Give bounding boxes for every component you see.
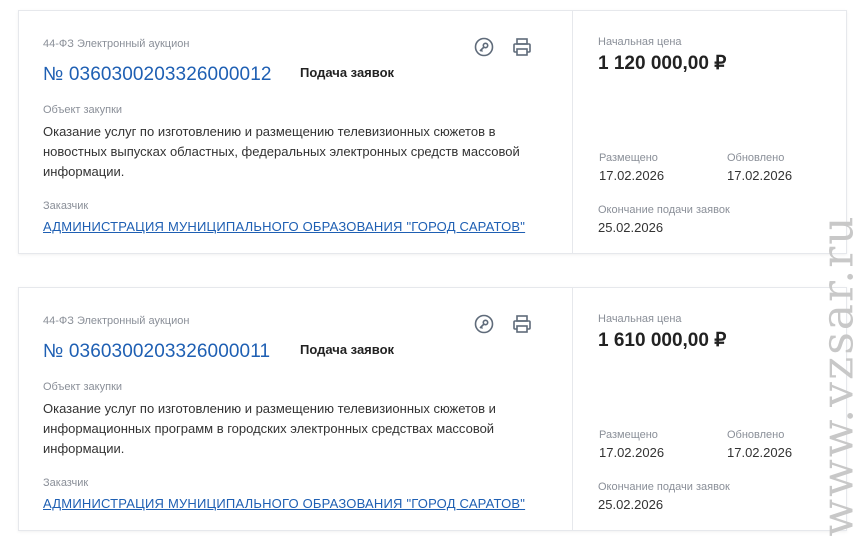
law-type: 44-ФЗ Электронный аукцион (43, 38, 190, 50)
stage-status: Подача заявок (300, 65, 395, 80)
tender-card: 44-ФЗ Электронный аукцион № 036030020332… (18, 287, 847, 531)
updated-date: 17.02.2026 (727, 445, 793, 460)
customer-label: Заказчик (43, 477, 89, 489)
customer-link[interactable]: АДМИНИСТРАЦИЯ МУНИЦИПАЛЬНОГО ОБРАЗОВАНИЯ… (43, 219, 525, 234)
tender-card-side: Начальная цена 1 120 000,00 ₽ Размещено … (572, 11, 846, 253)
tender-card-main: 44-ФЗ Электронный аукцион № 036030020332… (19, 11, 572, 253)
object-label: Объект закупки (43, 104, 123, 116)
law-type: 44-ФЗ Электронный аукцион (43, 315, 190, 327)
tender-card: 44-ФЗ Электронный аукцион № 036030020332… (18, 10, 847, 254)
deadline-label: Окончание подачи заявок (598, 204, 730, 216)
tender-card-side: Начальная цена 1 610 000,00 ₽ Размещено … (572, 288, 846, 530)
tender-card-main: 44-ФЗ Электронный аукцион № 036030020332… (19, 288, 572, 530)
printer-icon[interactable] (511, 313, 533, 335)
procurement-object: Оказание услуг по изготовлению и размеще… (43, 401, 496, 456)
initial-price: 1 610 000,00 ₽ (598, 330, 727, 351)
deadline-date: 25.02.2026 (598, 220, 664, 235)
updated-label: Обновлено (727, 429, 785, 441)
published-label: Размещено (599, 152, 658, 164)
tender-number-link[interactable]: № 0360300203326000012 (43, 64, 272, 86)
procurement-object: Оказание услуг по изготовлению и размеще… (43, 124, 520, 179)
key-icon[interactable] (473, 313, 495, 335)
printer-icon[interactable] (511, 36, 533, 58)
price-label: Начальная цена (598, 313, 682, 325)
key-icon[interactable] (473, 36, 495, 58)
updated-label: Обновлено (727, 152, 785, 164)
watermark: www.vzsar.ru (812, 210, 864, 540)
price-label: Начальная цена (598, 36, 682, 48)
stage-status: Подача заявок (300, 342, 395, 357)
published-date: 17.02.2026 (599, 445, 665, 460)
published-date: 17.02.2026 (599, 168, 665, 183)
customer-link[interactable]: АДМИНИСТРАЦИЯ МУНИЦИПАЛЬНОГО ОБРАЗОВАНИЯ… (43, 496, 525, 511)
object-label: Объект закупки (43, 381, 123, 393)
updated-date: 17.02.2026 (727, 168, 793, 183)
deadline-label: Окончание подачи заявок (598, 481, 730, 493)
customer-label: Заказчик (43, 200, 89, 212)
watermark-text: www.vzsar.ru (812, 213, 864, 537)
initial-price: 1 120 000,00 ₽ (598, 53, 727, 74)
tender-number-link[interactable]: № 0360300203326000011 (43, 341, 270, 363)
published-label: Размещено (599, 429, 658, 441)
deadline-date: 25.02.2026 (598, 497, 664, 512)
